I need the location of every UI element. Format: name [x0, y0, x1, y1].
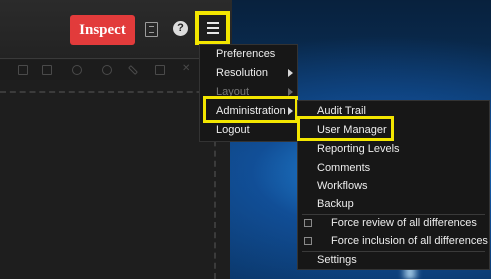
- checkbox[interactable]: [304, 219, 312, 227]
- administration-highlight: [203, 96, 298, 123]
- main-menu: Preferences Resolution Layout Administra…: [199, 44, 298, 142]
- close-icon[interactable]: ✕: [182, 64, 190, 74]
- menu-item-label: Resolution: [216, 67, 268, 79]
- submenu-item-backup[interactable]: Backup: [298, 195, 489, 213]
- submenu-item-force-inclusion[interactable]: Force inclusion of all differences: [298, 232, 489, 250]
- notebook-icon[interactable]: [145, 22, 158, 37]
- submenu-item-label: Comments: [317, 162, 371, 174]
- hamburger-menu-button[interactable]: [195, 11, 230, 45]
- application-window: Inspect ? ✕: [0, 0, 232, 279]
- menu-item-label: Preferences: [216, 48, 276, 60]
- panel-divider: [0, 91, 232, 93]
- toolbar-icon[interactable]: [155, 65, 165, 75]
- submenu-item-label: Reporting Levels: [317, 143, 400, 155]
- menu-item-resolution[interactable]: Resolution: [200, 64, 297, 82]
- inspect-button[interactable]: Inspect: [70, 15, 135, 45]
- toolbar-icon[interactable]: [42, 65, 52, 75]
- submenu-item-force-review[interactable]: Force review of all differences: [298, 214, 489, 232]
- submenu-item-comments[interactable]: Comments: [298, 159, 489, 177]
- app-top-bar: Inspect ?: [0, 0, 232, 59]
- panel-divider-vertical: [214, 120, 216, 279]
- toolbar-icon[interactable]: [18, 65, 28, 75]
- user-manager-highlight: [297, 116, 394, 141]
- submenu-item-label: Force inclusion of all differences: [331, 235, 488, 247]
- pen-icon[interactable]: [128, 65, 138, 75]
- menu-item-preferences[interactable]: Preferences: [200, 45, 297, 63]
- submenu-item-label: Workflows: [317, 180, 368, 192]
- submenu-item-settings[interactable]: Settings: [298, 251, 489, 269]
- menu-item-label: Logout: [216, 124, 250, 136]
- submenu-item-label: Force review of all differences: [331, 217, 477, 229]
- redo-icon[interactable]: [102, 65, 112, 75]
- app-toolbar: ✕: [0, 60, 232, 80]
- submenu-item-workflows[interactable]: Workflows: [298, 177, 489, 195]
- help-icon[interactable]: ?: [173, 21, 188, 36]
- submenu-item-label: Backup: [317, 198, 354, 210]
- checkbox[interactable]: [304, 237, 312, 245]
- menu-item-logout[interactable]: Logout: [200, 121, 297, 139]
- submenu-item-label: Settings: [317, 254, 357, 266]
- refresh-icon[interactable]: [72, 65, 82, 75]
- chevron-right-icon: [288, 69, 293, 77]
- submenu-item-reporting-levels[interactable]: Reporting Levels: [298, 140, 489, 158]
- chevron-right-icon: [288, 88, 293, 96]
- hamburger-menu-icon: [207, 22, 219, 24]
